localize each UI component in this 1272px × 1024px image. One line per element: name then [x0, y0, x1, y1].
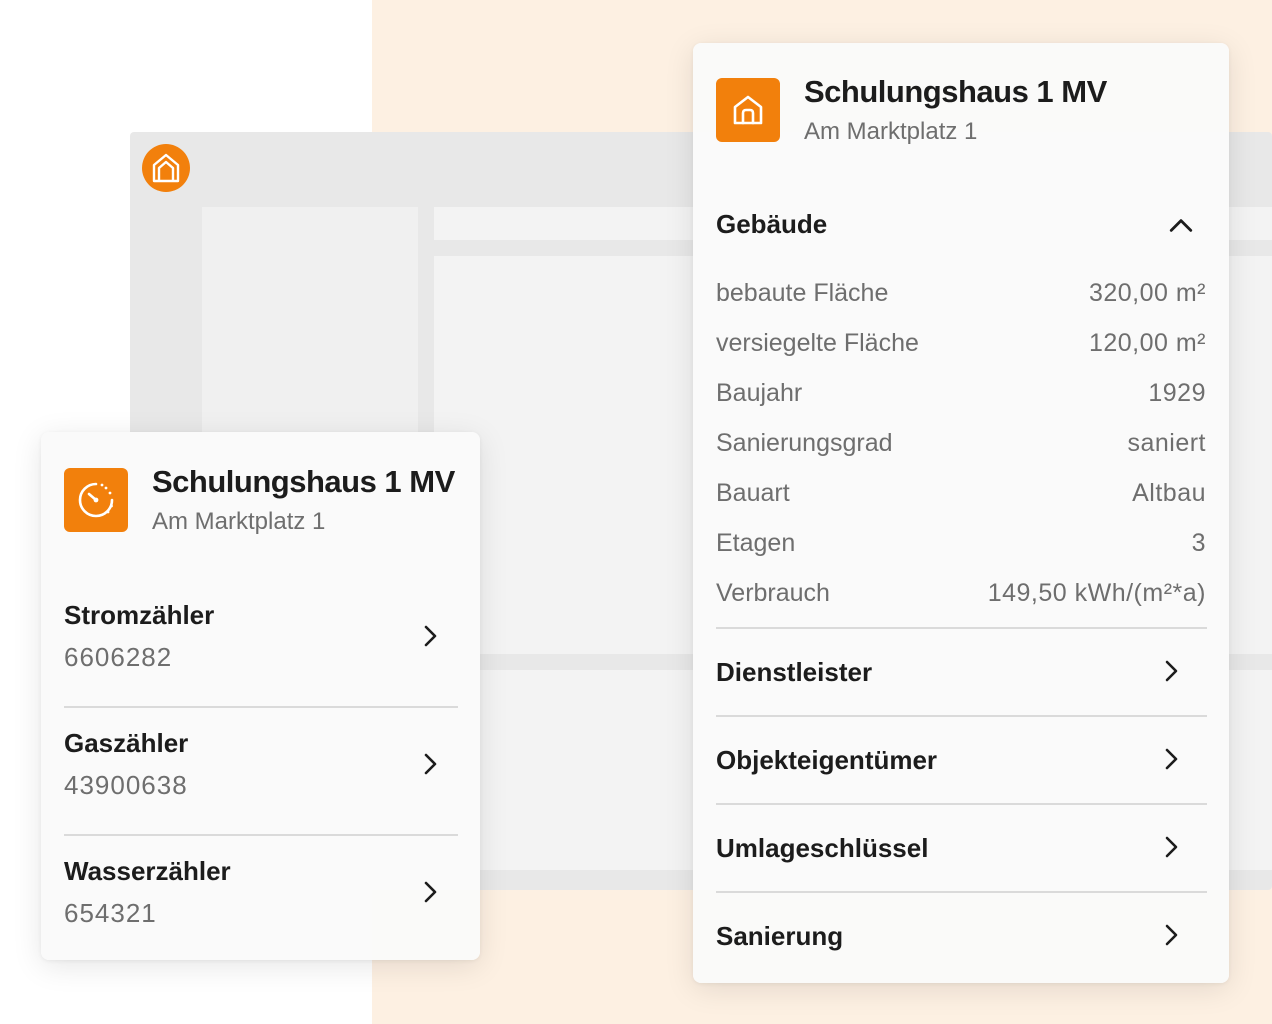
meter-number: 654321 [64, 898, 157, 928]
chevron-right-icon [1165, 660, 1178, 682]
meter-name: Gaszähler [64, 728, 189, 758]
property-value: 3 [1191, 528, 1206, 557]
chevron-right-icon [1165, 836, 1178, 858]
building-card-header: Schulungshaus 1 MV Am Marktplatz 1 [716, 74, 1107, 146]
chevron-right-icon [424, 753, 437, 775]
property-label: Baujahr [716, 378, 803, 407]
building-card: Schulungshaus 1 MV Am Marktplatz 1 Gebäu… [693, 43, 1229, 983]
nav-item-sanierung[interactable]: Sanierung [716, 891, 1207, 979]
building-card-address: Am Marktplatz 1 [804, 118, 978, 145]
meter-card-address: Am Marktplatz 1 [152, 508, 326, 535]
nav-item-objekteigentuemer[interactable]: Objekteigentümer [716, 715, 1207, 803]
house-logo-icon[interactable] [142, 144, 190, 192]
building-nav-list: Dienstleister Objekteigentümer Umlagesch… [716, 627, 1207, 979]
property-row: Etagen 3 [716, 518, 1206, 568]
chevron-right-icon [1165, 748, 1178, 770]
chevron-right-icon [1165, 924, 1178, 946]
meter-name: Stromzähler [64, 600, 215, 630]
meter-number: 43900638 [64, 770, 188, 800]
property-value: saniert [1127, 428, 1206, 457]
property-value: 1929 [1148, 378, 1206, 407]
property-row: versiegelte Fläche 120,00 m² [716, 318, 1206, 368]
property-row: bebaute Fläche 320,00 m² [716, 268, 1206, 318]
property-list: bebaute Fläche 320,00 m² versiegelte Flä… [716, 268, 1206, 618]
meter-row-wasser[interactable]: Wasserzähler 654321 [64, 836, 458, 964]
building-card-title: Schulungshaus 1 MV [804, 74, 1107, 109]
property-row: Sanierungsgrad saniert [716, 418, 1206, 468]
meter-gauge-icon [64, 468, 128, 532]
meter-card-title: Schulungshaus 1 MV [152, 464, 455, 499]
property-value: 320,00 m² [1088, 278, 1206, 307]
nav-item-label: Umlageschlüssel [716, 833, 929, 863]
section-title: Gebäude [716, 209, 828, 239]
meter-name: Wasserzähler [64, 856, 231, 886]
property-label: Etagen [716, 528, 796, 557]
property-label: versiegelte Fläche [716, 328, 919, 357]
property-row: Baujahr 1929 [716, 368, 1206, 418]
meter-card: Schulungshaus 1 MV Am Marktplatz 1 Strom… [41, 432, 480, 960]
chevron-right-icon [424, 881, 437, 903]
nav-item-label: Sanierung [716, 921, 844, 951]
meter-number: 6606282 [64, 642, 173, 672]
nav-item-label: Dienstleister [716, 657, 873, 687]
chevron-right-icon [424, 625, 437, 647]
section-gebaeude-header[interactable]: Gebäude [716, 209, 1206, 249]
meter-list: Stromzähler 6606282 Gaszähler 43900638 W… [64, 580, 458, 964]
property-label: Bauart [716, 478, 790, 507]
chevron-up-icon[interactable] [1168, 213, 1194, 239]
property-label: Sanierungsgrad [716, 428, 893, 457]
meter-row-strom[interactable]: Stromzähler 6606282 [64, 580, 458, 708]
property-row: Bauart Altbau [716, 468, 1206, 518]
nav-item-dienstleister[interactable]: Dienstleister [716, 627, 1207, 715]
house-icon [716, 78, 780, 142]
property-label: Verbrauch [716, 578, 830, 607]
meter-card-header: Schulungshaus 1 MV Am Marktplatz 1 [64, 464, 455, 536]
property-value: 149,50 kWh/(m²*a) [987, 578, 1206, 607]
property-value: Altbau [1132, 478, 1206, 507]
meter-row-gas[interactable]: Gaszähler 43900638 [64, 708, 458, 836]
property-value: 120,00 m² [1088, 328, 1206, 357]
property-label: bebaute Fläche [716, 278, 889, 307]
nav-item-umlageschluessel[interactable]: Umlageschlüssel [716, 803, 1207, 891]
nav-item-label: Objekteigentümer [716, 745, 938, 775]
property-row: Verbrauch 149,50 kWh/(m²*a) [716, 568, 1206, 618]
